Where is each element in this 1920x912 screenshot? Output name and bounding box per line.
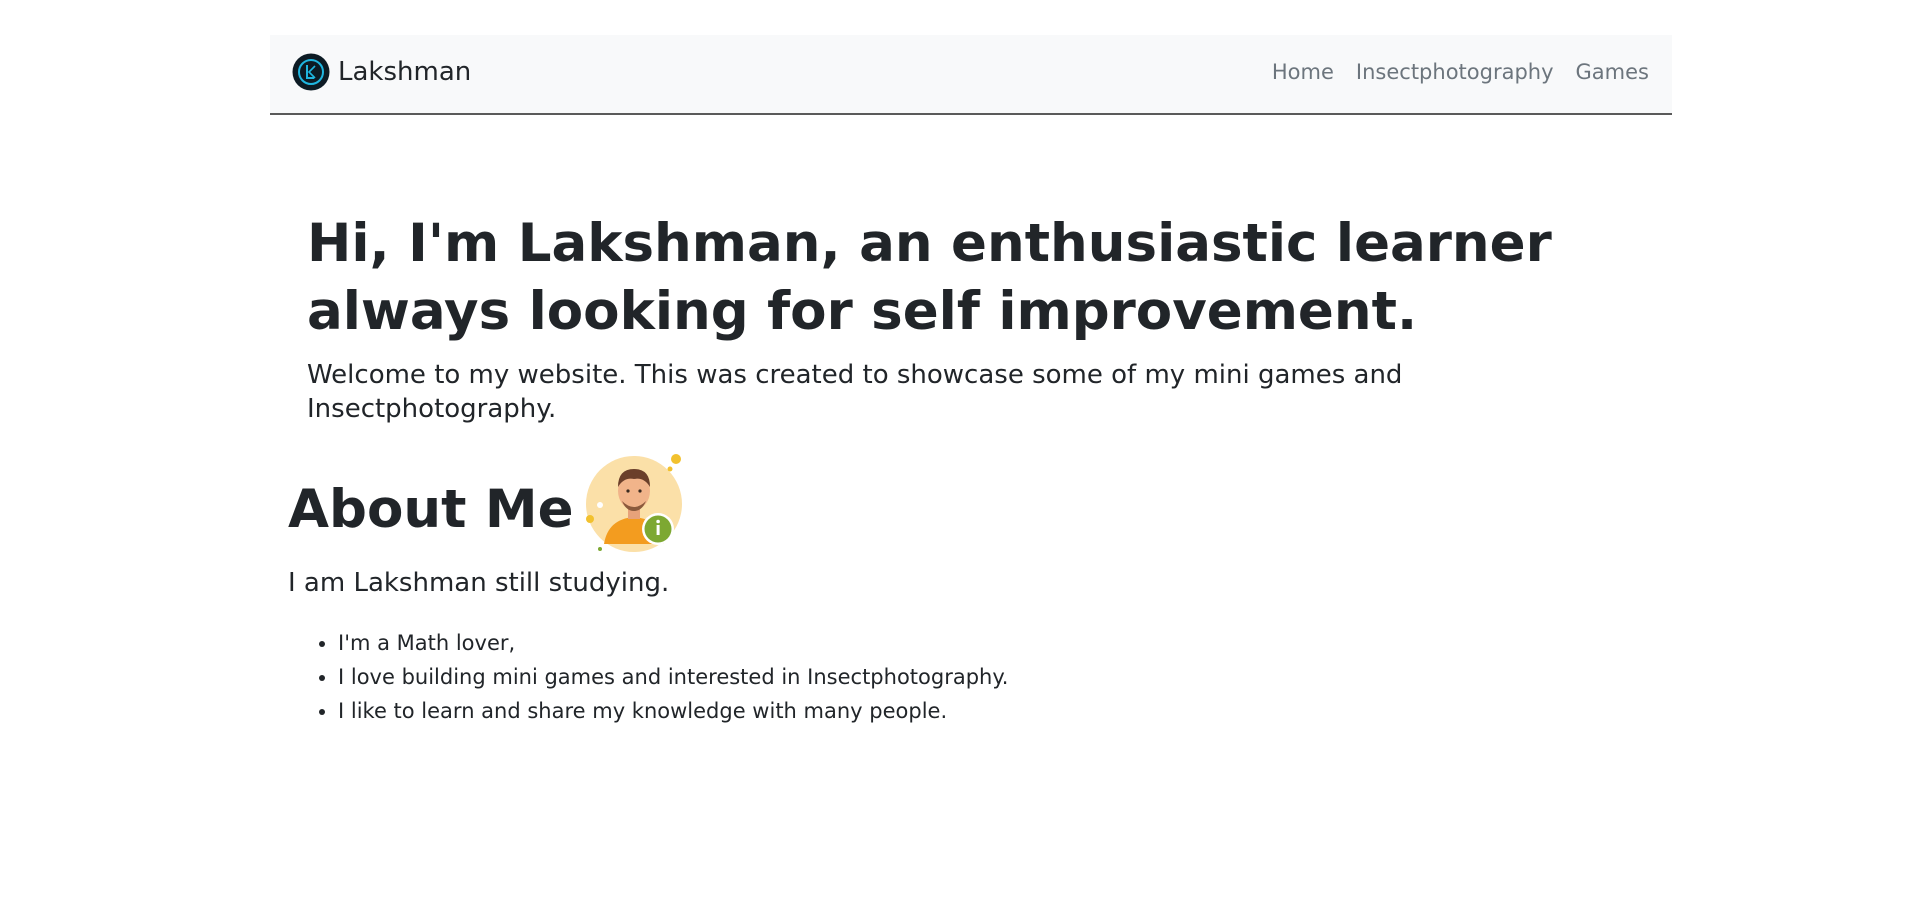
- nav-link-home[interactable]: Home: [1261, 57, 1345, 87]
- nav-link-games[interactable]: Games: [1565, 57, 1660, 87]
- hero-title: Hi, I'm Lakshman, an enthusiastic learne…: [307, 213, 1552, 342]
- nav-links: Home Insectphotography Games: [1261, 57, 1660, 87]
- hero-subtitle: Welcome to my website. This was created …: [307, 360, 1403, 424]
- about-intro: I am Lakshman still studying.: [288, 568, 670, 598]
- about-list: I'm a Math lover, I love building mini g…: [288, 626, 1388, 728]
- brand-name: Lakshman: [338, 57, 472, 87]
- about-title: About Me: [288, 479, 574, 540]
- about-section: About Me I am Lakshman still studying. •…: [288, 454, 1388, 728]
- about-heading: About Me: [288, 454, 1388, 554]
- user-info-avatar-icon: [584, 449, 689, 554]
- hero-section: Hi, I'm Lakshman, an enthusiastic learne…: [307, 210, 1637, 426]
- list-item: I'm a Math lover,: [338, 626, 1388, 660]
- navbar: Lakshman Home Insectphotography Games: [270, 35, 1672, 115]
- list-item: I like to learn and share my knowledge w…: [338, 694, 1388, 728]
- list-item: I love building mini games and intereste…: [338, 660, 1388, 694]
- lk-logo-icon: [292, 53, 330, 91]
- nav-link-insectphotography[interactable]: Insectphotography: [1345, 57, 1565, 87]
- brand-link[interactable]: Lakshman: [292, 52, 471, 92]
